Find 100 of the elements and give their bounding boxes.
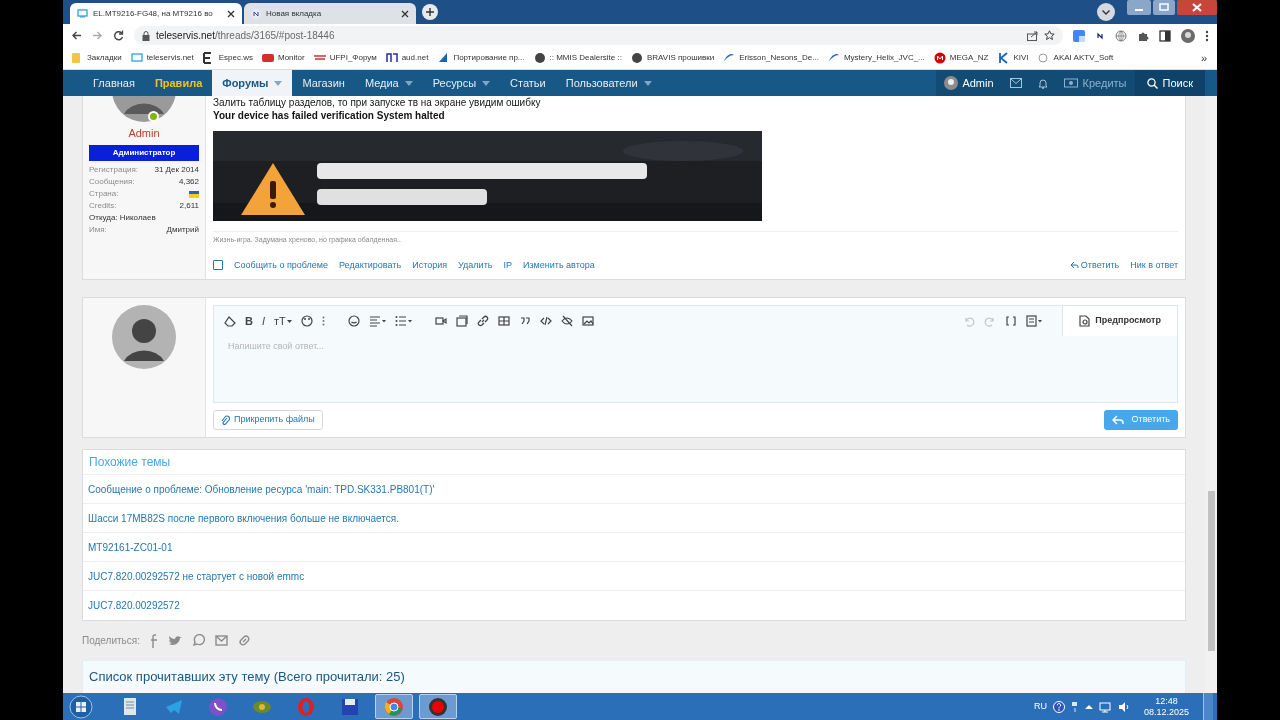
browser-tab[interactable]: EL.MT9216-FG48, на MT9216 во: [70, 3, 242, 24]
align-icon[interactable]: [368, 315, 386, 327]
close-icon[interactable]: [401, 9, 409, 18]
post-text: Your device has failed verification System halted: [213, 109, 446, 122]
preview-button[interactable]: Предпросмотр: [1062, 306, 1177, 336]
post-action-link[interactable]: IP: [503, 258, 512, 272]
bookmark[interactable]: Портирование пр...: [437, 52, 525, 64]
more-icon[interactable]: [1205, 29, 1209, 42]
browser-tab[interactable]: Новая вкладка: [244, 3, 416, 24]
stat-label: Credits:: [89, 200, 117, 212]
format-button[interactable]: тT: [274, 312, 292, 330]
post-action-link[interactable]: Удалить: [458, 258, 493, 272]
format-button[interactable]: B: [245, 312, 253, 330]
network-icon[interactable]: [1098, 700, 1112, 713]
bookmark[interactable]: Erisson_Nesons_De...: [723, 52, 819, 64]
bookmark[interactable]: teleservis.net: [130, 52, 194, 64]
reply-link[interactable]: Ник в ответ: [1130, 258, 1178, 272]
star-icon[interactable]: [1044, 30, 1055, 41]
share-icon[interactable]: [1027, 30, 1038, 41]
hidden-eye-icon[interactable]: [560, 315, 573, 327]
format-button[interactable]: I: [261, 312, 265, 330]
browser-app-icon[interactable]: [375, 694, 413, 719]
bird-icon[interactable]: [168, 634, 182, 647]
mail-icon[interactable]: [215, 635, 228, 646]
more-icon[interactable]: [321, 316, 325, 326]
palette-icon[interactable]: [300, 315, 313, 327]
address-bar[interactable]: teleservis.net/threads/3165/#post-18446: [134, 26, 1063, 45]
user-menu-link[interactable]: Admin: [936, 70, 1002, 96]
clock[interactable]: 12:48 08.12.2025: [1135, 695, 1197, 718]
select-checkbox[interactable]: [213, 260, 223, 271]
reply-link[interactable]: Ответить: [1069, 258, 1120, 272]
thread-link[interactable]: JUC7.820.00292572: [83, 591, 1185, 620]
more-bookmarks-button[interactable]: »: [1200, 49, 1209, 67]
post-action-link[interactable]: Сообщить о проблеме: [234, 258, 328, 272]
close-icon[interactable]: [227, 9, 235, 18]
post-action-link[interactable]: Редактировать: [339, 258, 402, 272]
bookmark[interactable]: BRAVIS прошивки: [630, 52, 715, 64]
smiley-icon[interactable]: [347, 315, 360, 327]
volume-icon[interactable]: [1117, 700, 1130, 713]
username-link[interactable]: Admin: [128, 125, 160, 142]
nav-tab[interactable]: Статьи: [500, 70, 556, 96]
back-icon[interactable]: [71, 30, 82, 41]
bookmark[interactable]: MEGA_NZ: [933, 52, 989, 64]
bell-icon[interactable]: [1037, 77, 1048, 89]
post-action-link[interactable]: Изменить автора: [522, 258, 595, 272]
image-icon[interactable]: [581, 315, 594, 327]
reload-icon[interactable]: [113, 30, 124, 41]
language-indicator[interactable]: RU: [1033, 699, 1047, 714]
list-icon[interactable]: [394, 315, 412, 327]
code-icon[interactable]: [539, 315, 552, 327]
minimize-icon[interactable]: [1127, 0, 1151, 15]
thread-link[interactable]: MT92161-ZC01-01: [83, 533, 1185, 562]
sidepanel-icon[interactable]: [1159, 29, 1171, 42]
document-search-icon: [1079, 315, 1091, 327]
bookmark[interactable]: UFPI_Форум: [313, 52, 377, 64]
record-app-icon[interactable]: [419, 694, 457, 719]
attach-files-button[interactable]: Прикрепить файлы: [213, 410, 323, 430]
bookmark[interactable]: Закладки: [71, 52, 122, 64]
dropdown-icon[interactable]: [1097, 3, 1115, 21]
eraser-icon[interactable]: [224, 315, 236, 327]
credits-link[interactable]: Кредиты: [1055, 70, 1135, 96]
bookmark[interactable]: Mystery_Helix_JVC_...: [827, 52, 925, 64]
gallery-icon[interactable]: [455, 315, 468, 327]
post-action-link[interactable]: История: [412, 258, 448, 272]
nav-tab[interactable]: Главная: [83, 70, 145, 96]
quote-icon[interactable]: [518, 315, 531, 327]
bookmark[interactable]: Monitor: [262, 52, 305, 64]
nav-tab[interactable]: Медиа: [354, 70, 423, 96]
thread-link[interactable]: Сообщение о проблеме: Обновление ресурса 'main: TPD.SK331.PB801(T)': [83, 475, 1185, 504]
bookmark[interactable]: KIVI: [997, 52, 1029, 64]
folder-icon: [71, 52, 83, 64]
mail-icon[interactable]: [1009, 78, 1022, 88]
bookmark[interactable]: AKAI AKTV_Soft: [1037, 52, 1114, 64]
stat-value: 2,611: [179, 200, 199, 212]
search-button[interactable]: Поиск: [1134, 70, 1205, 96]
new-tab-icon[interactable]: [422, 4, 438, 20]
facebook-icon[interactable]: [150, 633, 158, 648]
extension-icon[interactable]: [1095, 30, 1105, 41]
bookmark[interactable]: Espec.ws: [202, 52, 253, 64]
nav-tab[interactable]: Ресурсы: [422, 70, 501, 96]
editor-field[interactable]: B I тT Предпросмотр Напишите свой ответ...: [213, 305, 1178, 403]
nav-tab[interactable]: Форумы: [212, 70, 293, 96]
nav-tab[interactable]: Магазин: [292, 70, 355, 96]
bookmark[interactable]: aud.net: [385, 52, 429, 64]
start-button[interactable]: [69, 694, 93, 719]
translate-icon[interactable]: [1073, 29, 1085, 42]
thread-link[interactable]: JUC7.820.00292572 не стартует с новой emmc: [83, 562, 1185, 591]
nav-tab[interactable]: Пользователи: [555, 70, 662, 96]
phone-bubble-icon[interactable]: [192, 634, 205, 647]
nav-tab[interactable]: Правила: [144, 70, 213, 96]
help-icon[interactable]: [1052, 700, 1065, 713]
link-icon[interactable]: [476, 315, 489, 327]
video-icon[interactable]: [434, 315, 447, 327]
show-hidden-icon[interactable]: [1084, 703, 1093, 710]
draft-icon[interactable]: [1026, 315, 1044, 327]
bookmark[interactable]: :: MMIS Dealersite ::: [533, 52, 622, 64]
brackets-icon[interactable]: [1005, 315, 1018, 327]
profile-avatar[interactable]: [1181, 28, 1195, 43]
thread-link[interactable]: Шасси 17MB82S после первого включения больше не включается.: [83, 504, 1185, 533]
table-icon[interactable]: [497, 315, 510, 327]
